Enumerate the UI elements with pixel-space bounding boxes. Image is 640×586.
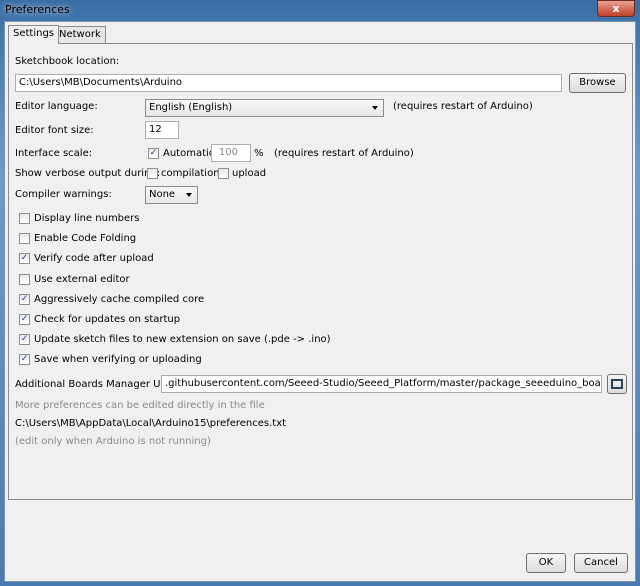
option-label: Verify code after upload: [34, 253, 154, 265]
boards-label: Additional Boards Manager URLs:: [15, 379, 182, 390]
sketchbook-label: Sketchbook location:: [15, 56, 120, 67]
option-label: Check for updates on startup: [34, 314, 181, 325]
upload-label: upload: [232, 168, 267, 179]
window-icon: [611, 379, 623, 389]
option-checkbox[interactable]: [19, 213, 30, 224]
language-note: (requires restart of Arduino): [393, 101, 533, 112]
font-size-input[interactable]: 12: [145, 121, 179, 139]
tab-settings[interactable]: Settings: [8, 25, 60, 44]
language-select[interactable]: English (English): [145, 99, 384, 117]
option-checkbox[interactable]: ✓: [19, 334, 30, 346]
option-checkbox[interactable]: [19, 233, 30, 245]
warnings-select[interactable]: None: [145, 186, 198, 204]
tab-network[interactable]: Network: [54, 26, 106, 43]
settings-panel: Sketchbook location: C:\Users\MB\Documen…: [8, 43, 633, 500]
language-value: English (English): [149, 102, 233, 113]
boards-url-input[interactable]: .githubusercontent.com/Seeed-Studio/Seee…: [161, 375, 602, 393]
automatic-label: Automatic: [163, 148, 215, 159]
scale-note: (requires restart of Arduino): [274, 148, 414, 159]
scale-unit: %: [254, 148, 264, 159]
window-title: Preferences: [5, 3, 70, 16]
dialog-body: Settings Network Sketchbook location: C:…: [4, 21, 636, 582]
upload-checkbox[interactable]: [218, 168, 229, 179]
option-checkbox[interactable]: ✓: [19, 253, 30, 265]
option-checkbox[interactable]: ✓: [19, 354, 30, 366]
more-prefs-text: More preferences can be edited directly …: [15, 400, 265, 411]
browse-button[interactable]: Browse: [569, 73, 626, 93]
option-checkbox[interactable]: ✓: [19, 314, 30, 325]
option-label: Save when verifying or uploading: [34, 354, 202, 366]
preferences-window: Preferences x Settings Network Sketchboo…: [0, 0, 640, 586]
option-checkbox[interactable]: ✓: [19, 293, 30, 305]
scale-label: Interface scale:: [15, 148, 93, 159]
compilation-label: compilation: [161, 168, 220, 179]
font-size-label: Editor font size:: [15, 125, 94, 136]
scale-input[interactable]: 100: [211, 144, 251, 162]
option-checkbox[interactable]: [19, 273, 30, 285]
ok-button[interactable]: OK: [526, 553, 566, 573]
compilation-checkbox[interactable]: [147, 168, 158, 179]
edit-urls-button[interactable]: [607, 374, 627, 394]
language-label: Editor language:: [15, 101, 98, 112]
warnings-label: Compiler warnings:: [15, 189, 112, 200]
option-label: Use external editor: [34, 273, 130, 285]
option-label: Enable Code Folding: [34, 233, 137, 245]
cancel-button[interactable]: Cancel: [574, 553, 628, 573]
chevron-down-icon: [186, 193, 192, 197]
option-label: Aggressively cache compiled core: [34, 293, 205, 305]
prefs-path: C:\Users\MB\AppData\Local\Arduino15\pref…: [15, 418, 287, 429]
option-label: Update sketch files to new extension on …: [34, 334, 331, 346]
option-label: Display line numbers: [34, 213, 140, 224]
close-button[interactable]: x: [597, 0, 635, 17]
edit-note: (edit only when Arduino is not running): [15, 436, 211, 447]
verbose-label: Show verbose output during:: [15, 168, 161, 179]
automatic-checkbox[interactable]: ✓: [148, 148, 159, 159]
warnings-value: None: [149, 189, 176, 200]
chevron-down-icon: [372, 106, 378, 110]
sketchbook-input[interactable]: C:\Users\MB\Documents\Arduino: [15, 74, 562, 92]
